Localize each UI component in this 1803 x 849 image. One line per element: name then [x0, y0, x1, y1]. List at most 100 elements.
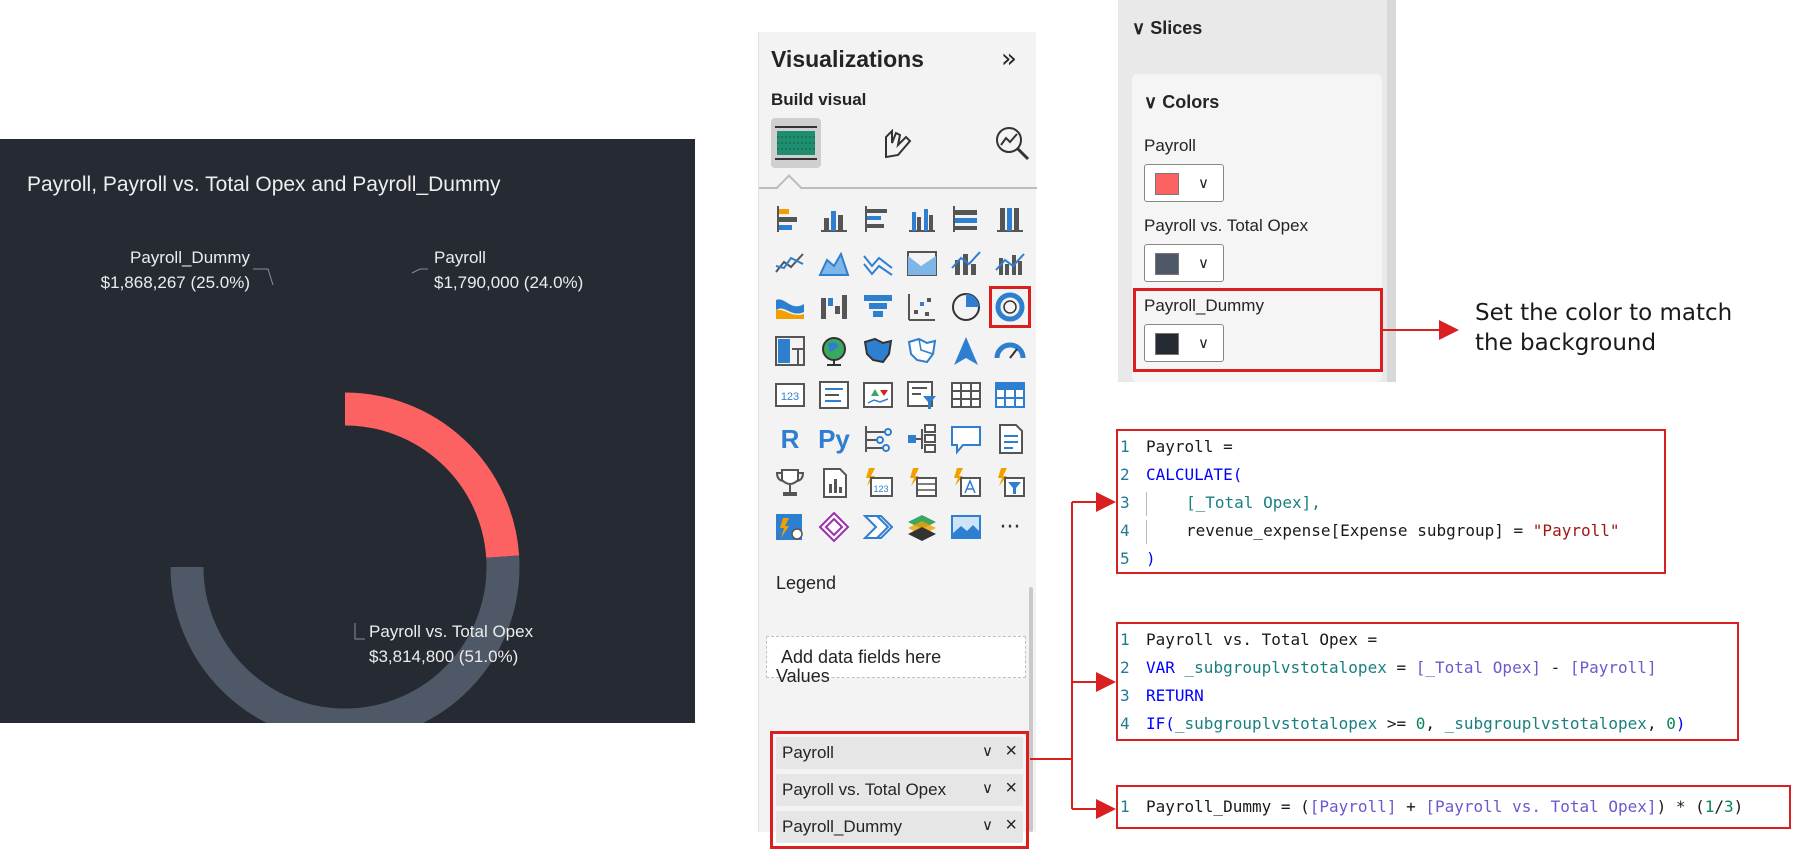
chevron-down-icon[interactable]: ∨	[982, 779, 993, 797]
donut-slice-payroll-dummy[interactable]	[170, 392, 346, 568]
ribbon-chart-icon[interactable]	[768, 285, 812, 329]
line-chart-icon[interactable]	[768, 241, 812, 285]
remove-field-icon[interactable]: ×	[1005, 777, 1017, 800]
power-apps-icon[interactable]	[812, 505, 856, 549]
tab-build-visual[interactable]	[771, 118, 821, 168]
card-icon[interactable]: 123	[768, 373, 812, 417]
stacked-bar-chart-icon[interactable]	[768, 197, 812, 241]
clustered-column-chart-icon[interactable]	[900, 197, 944, 241]
line-clustered-column-chart-icon[interactable]	[988, 241, 1032, 285]
remove-field-icon[interactable]: ×	[1005, 740, 1017, 763]
slices-section-header[interactable]: ∨ Slices	[1132, 18, 1202, 39]
highlight-payroll-dummy-color	[1133, 288, 1383, 372]
power-automate-icon[interactable]	[768, 505, 812, 549]
code-line: 5)	[1120, 545, 1156, 573]
clustered-bar-chart-icon[interactable]	[856, 197, 900, 241]
value-field-payroll-dummy[interactable]: Payroll_Dummy ∨ ×	[776, 811, 1023, 843]
color-swatch	[1155, 173, 1179, 195]
svg-text:123: 123	[781, 391, 799, 403]
smart-narrative-icon[interactable]	[988, 417, 1032, 461]
color-picker-payroll[interactable]: ∨	[1144, 164, 1224, 202]
chevron-down-icon[interactable]: ∨	[982, 816, 993, 834]
python-visual-icon[interactable]: Py	[812, 417, 856, 461]
code-text: ,	[1646, 714, 1667, 733]
decomposition-tree-icon[interactable]	[900, 417, 944, 461]
code-line: 3 [_Total Opex],	[1120, 489, 1321, 517]
r-script-visual-icon[interactable]: R	[768, 417, 812, 461]
multi-row-card-icon[interactable]	[812, 373, 856, 417]
arcgis-map-icon[interactable]	[900, 505, 944, 549]
filled-map-icon[interactable]	[856, 329, 900, 373]
power-apps-text-icon[interactable]	[944, 461, 988, 505]
code-text: +	[1396, 797, 1426, 816]
image-visual-icon[interactable]	[944, 505, 988, 549]
table-icon[interactable]	[944, 373, 988, 417]
donut-slice-payroll[interactable]	[344, 392, 520, 559]
remove-field-icon[interactable]: ×	[1005, 814, 1017, 837]
goals-trophy-icon[interactable]	[768, 461, 812, 505]
pane-scrollbar[interactable]	[1029, 587, 1033, 832]
value-field-payroll-vs-opex[interactable]: Payroll vs. Total Opex ∨ ×	[776, 774, 1023, 806]
power-automate-flow-icon[interactable]	[856, 505, 900, 549]
donut-chart-icon[interactable]	[988, 285, 1032, 329]
code-text: [Payroll]	[1309, 797, 1397, 816]
color-picker-payroll-vs-opex[interactable]: ∨	[1144, 244, 1224, 282]
tab-indicator	[776, 174, 802, 200]
code-text: )	[1675, 714, 1686, 733]
leader-line-opex	[354, 623, 365, 640]
100-stacked-column-chart-icon[interactable]	[988, 197, 1032, 241]
gauge-icon[interactable]	[988, 329, 1032, 373]
line-stacked-column-chart-icon[interactable]	[944, 241, 988, 285]
code-text: 0	[1415, 714, 1426, 733]
chevron-down-icon[interactable]: ∨	[982, 742, 993, 760]
100-stacked-area-chart-icon[interactable]	[900, 241, 944, 285]
code-line: 1 Payroll_Dummy = ([Payroll] + [Payroll v…	[1120, 793, 1743, 821]
code-text: =	[1503, 521, 1533, 540]
data-label-name: Payroll	[434, 248, 486, 267]
power-apps-card-icon[interactable]: 123	[856, 461, 900, 505]
more-visuals-icon[interactable]: ···	[988, 505, 1032, 549]
code-line: 4 revenue_expense[Expense subgroup] = "Pa…	[1120, 517, 1620, 545]
legend-label: Legend	[776, 573, 837, 593]
format-pane-scrollbar[interactable]	[1387, 0, 1396, 382]
azure-map-icon[interactable]	[944, 329, 988, 373]
line-number: 4	[1120, 521, 1130, 540]
treemap-icon[interactable]	[768, 329, 812, 373]
map-globe-icon[interactable]	[812, 329, 856, 373]
stacked-column-chart-icon[interactable]	[812, 197, 856, 241]
donut-chart[interactable]	[0, 139, 695, 723]
collapse-pane-icon[interactable]: »	[1001, 44, 1017, 74]
fields-grid-icon	[775, 126, 817, 160]
funnel-chart-icon[interactable]	[856, 285, 900, 329]
value-field-payroll[interactable]: Payroll ∨ ×	[776, 737, 1023, 769]
key-influencers-icon[interactable]	[856, 417, 900, 461]
paginated-report-icon[interactable]	[812, 461, 856, 505]
code-text: _subgrouplvstotalopex	[1174, 658, 1387, 677]
tab-format-visual[interactable]	[873, 118, 923, 168]
colors-section-header[interactable]: ∨ Colors	[1144, 92, 1219, 113]
tab-analytics[interactable]	[987, 118, 1037, 168]
color-label-payroll-vs-opex: Payroll vs. Total Opex	[1144, 216, 1309, 235]
donut-chart-card[interactable]: Payroll, Payroll vs. Total Opex and Payr…	[0, 139, 695, 723]
code-text: )	[1146, 549, 1156, 568]
slicer-icon[interactable]	[900, 373, 944, 417]
power-apps-filter-icon[interactable]	[988, 461, 1032, 505]
stacked-area-chart-icon[interactable]	[856, 241, 900, 285]
matrix-icon[interactable]	[988, 373, 1032, 417]
qa-icon[interactable]	[944, 417, 988, 461]
line-number: 3	[1120, 493, 1130, 512]
code-block-payroll-dummy: 1 Payroll_Dummy = ([Payroll] + [Payroll v…	[1116, 785, 1791, 829]
area-chart-icon[interactable]	[812, 241, 856, 285]
shape-map-icon[interactable]	[900, 329, 944, 373]
pie-chart-icon[interactable]	[944, 285, 988, 329]
kpi-icon[interactable]	[856, 373, 900, 417]
waterfall-chart-icon[interactable]	[812, 285, 856, 329]
code-text: revenue_expense[Expense subgroup]	[1186, 521, 1504, 540]
values-label: Values	[776, 666, 830, 686]
power-apps-table-icon[interactable]	[900, 461, 944, 505]
100-stacked-bar-chart-icon[interactable]	[944, 197, 988, 241]
chevron-down-icon: ∨	[1198, 174, 1209, 192]
scatter-chart-icon[interactable]	[900, 285, 944, 329]
code-line: 2 VAR _subgrouplvstotalopex = [_Total Ope…	[1120, 654, 1657, 682]
code-text: Payroll_Dummy = (	[1146, 797, 1310, 816]
